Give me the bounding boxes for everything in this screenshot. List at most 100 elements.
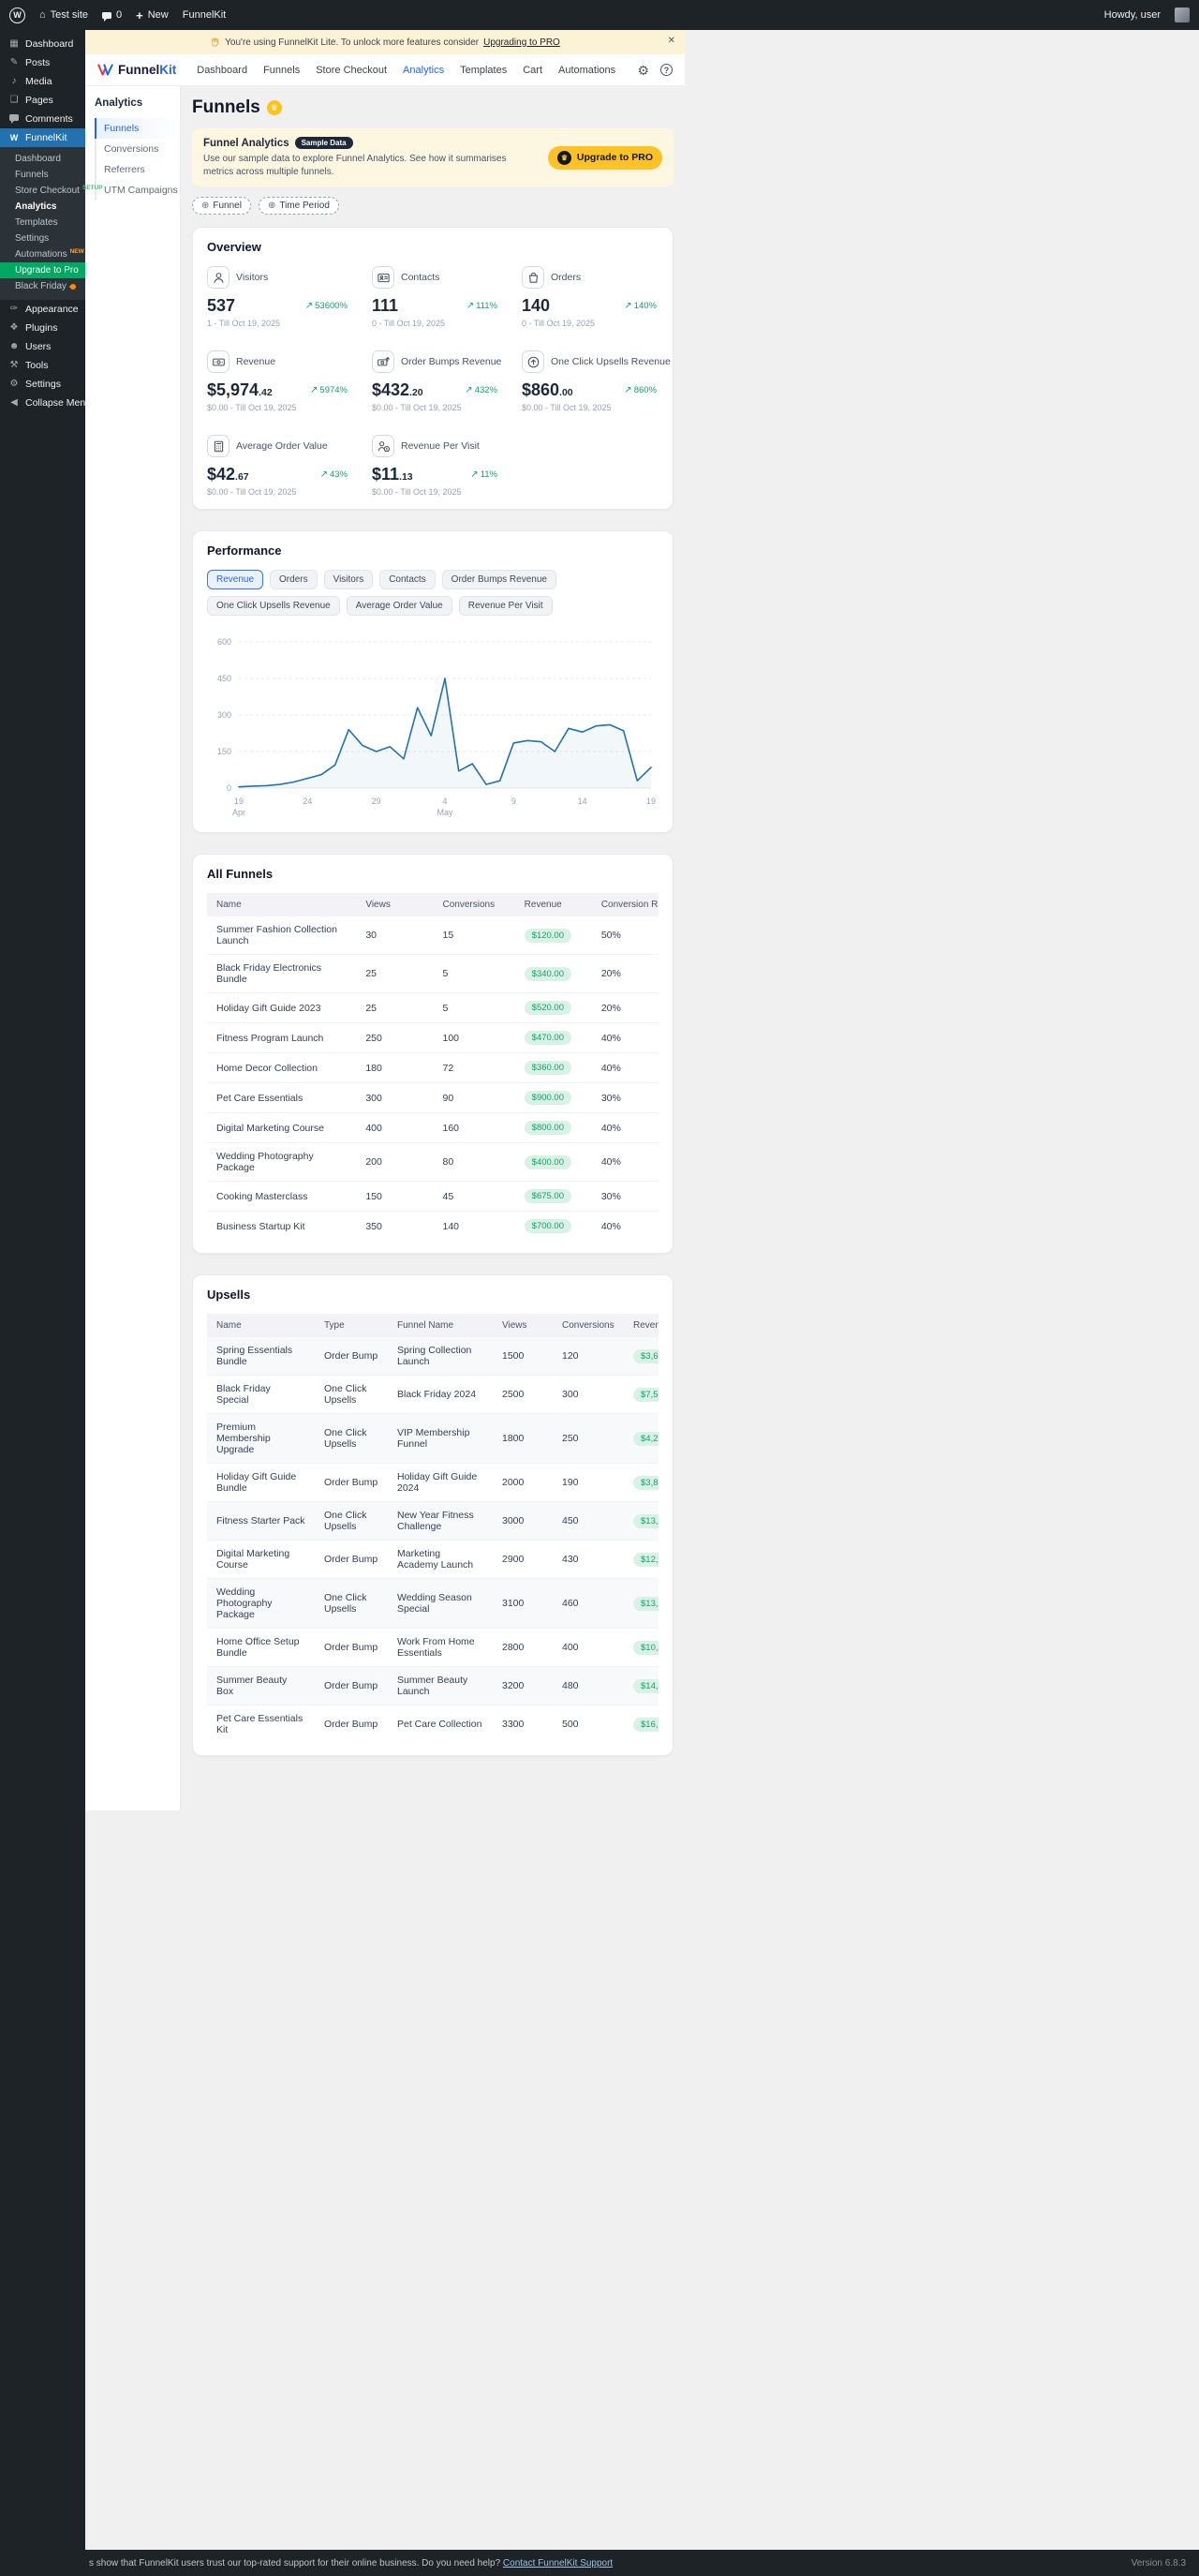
nav-analytics[interactable]: Analytics	[403, 65, 444, 76]
submenu-item-funnels[interactable]: Funnels	[0, 167, 85, 183]
upsell-name-cell: Black Friday Special	[207, 1375, 315, 1414]
sidebar-item-dashboard[interactable]: ▦ Dashboard	[0, 35, 85, 53]
nav-automations[interactable]: Automations	[558, 65, 615, 76]
funnel-table-row[interactable]: Fitness Program Launch 250 100 $470.00 4…	[207, 1022, 659, 1053]
nav-funnels[interactable]: Funnels	[263, 65, 300, 76]
submenu-item-automations[interactable]: Automations NEW	[0, 246, 85, 262]
funnel-table-row[interactable]: Black Friday Electronics Bundle 25 5 $34…	[207, 954, 659, 993]
trend-up-icon: ↗	[304, 301, 314, 311]
revenue-cell: $3,600.00	[624, 1337, 659, 1376]
funnel-table-row[interactable]: Business Startup Kit 350 140 $700.00 40%	[207, 1212, 659, 1242]
upsell-table-row[interactable]: Holiday Gift Guide Bundle Order Bump Hol…	[207, 1463, 659, 1502]
funnel-table-row[interactable]: Cooking Masterclass 150 45 $675.00 30%	[207, 1181, 659, 1212]
revenue-cell: $13,500.00	[624, 1501, 659, 1541]
site-name-link[interactable]: ⌂ Test site	[39, 9, 88, 21]
upsells-table-clip: Name Type Funnel Name Views Conversions Reven…	[207, 1314, 659, 1743]
nav-templates[interactable]: Templates	[460, 65, 507, 76]
gear-icon[interactable]: ⚙	[637, 64, 649, 77]
revenue-badge: $340.00	[524, 966, 571, 981]
funnel-name-cell: New Year Fitness Challenge	[388, 1501, 493, 1541]
funnel-name-cell: Summer Beauty Launch	[388, 1666, 493, 1705]
sidebar-item-posts[interactable]: ✎ Posts	[0, 53, 85, 72]
upsell-table-row[interactable]: Black Friday Special One Click Upsells B…	[207, 1375, 659, 1414]
submenu-item-black-friday[interactable]: Black Friday	[0, 278, 85, 294]
time-period-filter-chip[interactable]: ⊕ Time Period	[258, 197, 339, 215]
funnel-filter-chip[interactable]: ⊕ Funnel	[192, 197, 251, 215]
funnelkit-adminbar-item[interactable]: FunnelKit	[183, 9, 226, 21]
performance-metric-tab[interactable]: Revenue Per Visit	[458, 596, 553, 616]
upsell-table-row[interactable]: Digital Marketing Course Order Bump Mark…	[207, 1540, 659, 1579]
analytics-nav-referrers[interactable]: Referrers	[95, 159, 180, 180]
comment-bubble-icon	[102, 11, 112, 22]
upsell-table-row[interactable]: Spring Essentials Bundle Order Bump Spri…	[207, 1337, 659, 1376]
sidebar-item-plugins[interactable]: ❖ Plugins	[0, 319, 85, 337]
performance-metric-tab[interactable]: Visitors	[323, 570, 374, 589]
funnel-table-row[interactable]: Wedding Photography Package 200 80 $400.…	[207, 1142, 659, 1182]
nav-store-checkout[interactable]: Store Checkout	[316, 65, 387, 76]
metric-one-click-upsells-revenue: One Click Upsells Revenue $860.00 ↗ 860% $…	[522, 350, 671, 412]
submenu-item-dashboard[interactable]: Dashboard	[0, 151, 85, 167]
submenu-item-settings[interactable]: Settings	[0, 231, 85, 246]
funnel-table-row[interactable]: Digital Marketing Course 400 160 $800.00…	[207, 1112, 659, 1143]
conversion-rate-cell: 40%	[591, 1142, 659, 1182]
funnel-table-row[interactable]: Summer Fashion Collection Launch 30 15 $…	[207, 916, 659, 955]
sidebar-item-pages[interactable]: ❏ Pages	[0, 91, 85, 110]
one-click-upsells-revenue-icon	[522, 350, 544, 373]
sidebar-item-tools[interactable]: ⚒ Tools	[0, 356, 85, 375]
upsell-name-cell: Home Office Setup Bundle	[207, 1628, 315, 1667]
upsell-table-row[interactable]: Pet Care Essentials Kit Order Bump Pet C…	[207, 1705, 659, 1744]
upsell-type-cell: Order Bump	[315, 1463, 388, 1502]
sidebar-item-users[interactable]: ☻ Users	[0, 337, 85, 356]
submenu-item-upgrade-to-pro[interactable]: Upgrade to Pro	[0, 262, 85, 278]
sidebar-item-collapse-menu[interactable]: ◀ Collapse Menu	[0, 394, 91, 412]
funnel-name-cell: Pet Care Essentials	[207, 1082, 357, 1113]
upsell-table-row[interactable]: Premium Membership Upgrade One Click Ups…	[207, 1413, 659, 1464]
performance-metric-tab[interactable]: Average Order Value	[346, 596, 452, 616]
upsells-card: Upsells Name Type Funnel Name Views Conversi…	[192, 1274, 674, 1756]
nav-dashboard[interactable]: Dashboard	[197, 65, 247, 76]
revenue-cell: $12,900.00	[624, 1540, 659, 1579]
plus-icon: +	[136, 7, 143, 22]
upgrade-to-pro-button[interactable]: ♛ Upgrade to PRO	[547, 145, 662, 170]
funnel-table-row[interactable]: Pet Care Essentials 300 90 $900.00 30%	[207, 1082, 659, 1113]
performance-metric-tab[interactable]: Order Bumps Revenue	[441, 570, 556, 589]
submenu-item-templates[interactable]: Templates	[0, 215, 85, 231]
sidebar-item-comments[interactable]: Comments	[0, 110, 85, 128]
sidebar-item-funnelkit[interactable]: W FunnelKit	[0, 128, 85, 147]
avatar[interactable]	[1175, 7, 1190, 22]
submenu-item-store-checkout[interactable]: Store Checkout SETUP	[0, 183, 103, 199]
upgrade-pro-link[interactable]: Upgrading to PRO	[483, 37, 560, 48]
funnelkit-logo[interactable]: FunnelKit	[97, 63, 176, 77]
submenu-item-analytics[interactable]: Analytics	[0, 199, 85, 215]
performance-metric-tab[interactable]: Revenue	[207, 570, 264, 589]
contact-support-link[interactable]: Contact FunnelKit Support	[503, 2558, 613, 2569]
nav-cart[interactable]: Cart	[523, 65, 542, 76]
upsell-table-row[interactable]: Fitness Starter Pack One Click Upsells N…	[207, 1501, 659, 1541]
upsell-table-row[interactable]: Home Office Setup Bundle Order Bump Work…	[207, 1628, 659, 1667]
conversions-cell: 460	[553, 1578, 624, 1629]
sidebar-item-settings[interactable]: ⚙ Settings	[0, 375, 85, 394]
wp-logo[interactable]: W	[9, 7, 25, 23]
performance-metric-tab[interactable]: Orders	[270, 570, 318, 589]
comments-indicator[interactable]: 0	[102, 9, 122, 22]
revenue-badge: $900.00	[524, 1091, 571, 1105]
funnel-table-row[interactable]: Home Decor Collection 180 72 $360.00 40%	[207, 1052, 659, 1083]
help-icon[interactable]: ?	[660, 64, 673, 76]
performance-metric-tab[interactable]: Contacts	[379, 570, 436, 589]
performance-metric-tab[interactable]: One Click Upsells Revenue	[207, 596, 340, 616]
funnel-table-row[interactable]: Holiday Gift Guide 2023 25 5 $520.00 20%	[207, 992, 659, 1023]
upsell-table-row[interactable]: Summer Beauty Box Order Bump Summer Beau…	[207, 1666, 659, 1705]
sidebar-item-media[interactable]: ♪ Media	[0, 72, 85, 91]
funnel-name-cell: Holiday Gift Guide 2024	[388, 1463, 493, 1502]
funnel-name-cell: Pet Care Collection	[397, 1719, 482, 1730]
performance-chart: 0 150 300 450 600 19 Apr 24 29 4 May 9 14 19	[217, 637, 656, 817]
upsell-table-row[interactable]: Wedding Photography Package One Click Up…	[207, 1578, 659, 1629]
analytics-nav-conversions[interactable]: Conversions	[95, 139, 180, 159]
howdy-user[interactable]: Howdy, user	[1104, 9, 1161, 21]
analytics-nav-utm-campaigns[interactable]: UTM Campaigns	[95, 180, 180, 201]
close-icon[interactable]: ✕	[668, 36, 675, 46]
revenue-cell: $400.00	[514, 1142, 592, 1182]
sidebar-item-appearance[interactable]: ✑ Appearance	[0, 300, 85, 319]
analytics-nav-funnels[interactable]: Funnels	[95, 118, 180, 139]
new-content-button[interactable]: + New	[136, 9, 169, 22]
